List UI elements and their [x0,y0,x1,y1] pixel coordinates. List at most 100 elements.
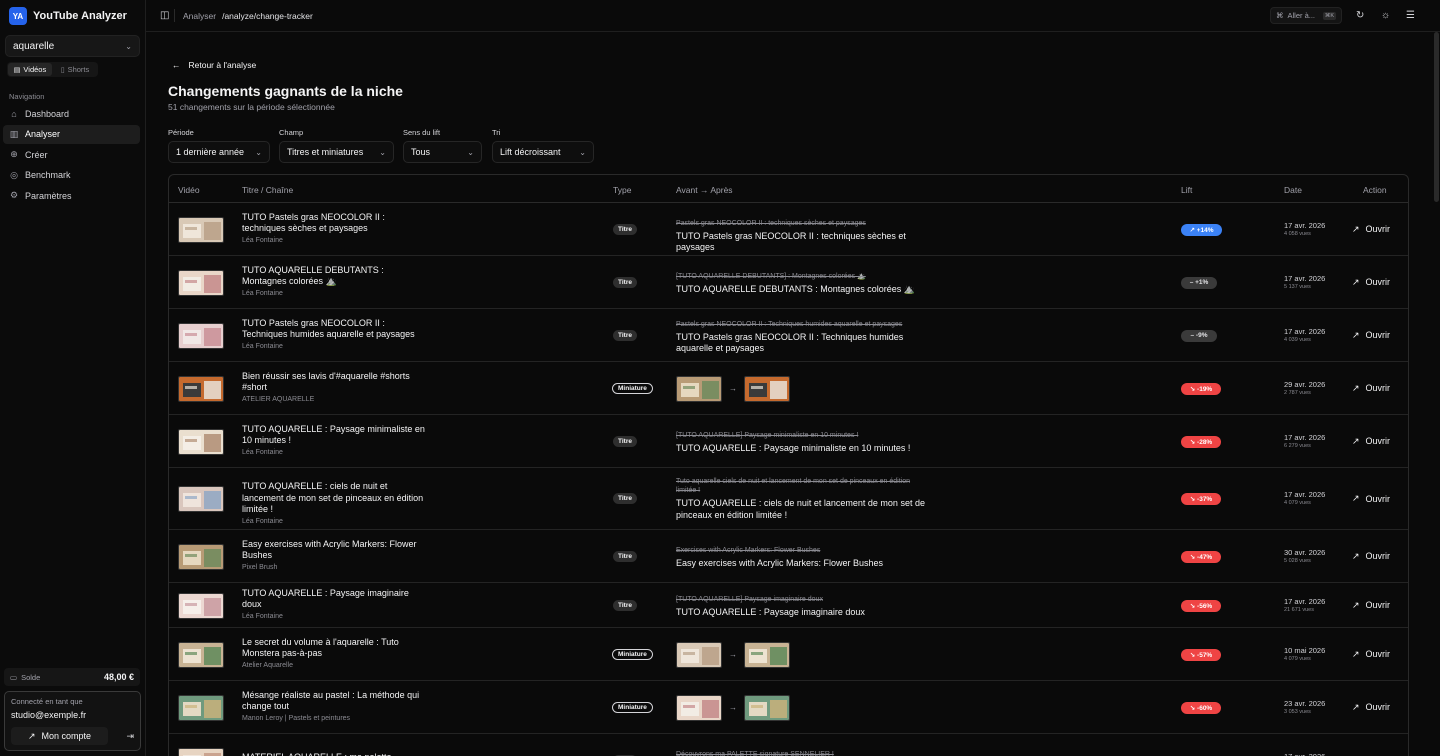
external-link-icon: ↗ [1352,493,1360,503]
before-thumbnail[interactable] [676,641,722,668]
change-date: 17 avr. 2026 [1284,326,1326,336]
refresh-icon[interactable]: ↻ [1356,10,1364,21]
before-after-thumbnails: → [676,694,790,721]
sidebar-toggle-icon[interactable]: ◫ [160,10,169,21]
video-thumbnail[interactable] [178,592,224,619]
open-label: Ouvrir [1365,493,1391,504]
channel-name: Léa Fontaine [242,612,283,620]
lift-badge: – -9% [1181,329,1217,342]
title-cell: TUTO AQUARELLE : Paysage imaginaire doux… [242,588,427,620]
video-thumbnail[interactable] [178,375,224,402]
channel-name: Léa Fontaine [242,236,283,244]
thumbnail-image [179,376,223,401]
channel-name: Manon Leroy | Pastels et peintures [242,714,351,722]
before-after-text: [TUTO AQUARELLE] Paysage minimaliste en … [676,431,926,455]
lift-badge: ↘ -57% [1181,648,1221,661]
target-icon: ◎ [10,169,18,180]
type-badge: Titre [613,599,637,611]
table-row: Easy exercises with Acrylic Markers: Flo… [169,530,1408,583]
before-thumbnail[interactable] [676,694,722,721]
sidebar-item-creer[interactable]: ⊕ Créer [3,145,140,164]
logout-icon[interactable]: ⇥ [126,731,134,742]
change-date: 29 avr. 2026 [1284,379,1326,389]
before-thumbnail[interactable] [676,375,722,402]
open-button[interactable]: ↗ Ouvrir [1352,277,1390,288]
type-badge: Titre [613,276,637,288]
video-thumbnail[interactable] [178,747,224,756]
after-thumbnail[interactable] [744,694,790,721]
view-count: 2 787 vues [1284,389,1311,396]
niche-select[interactable]: aquarelle ⌄ [5,35,140,57]
change-date: 17 avr. 2026 [1284,751,1326,756]
after-thumbnail[interactable] [744,375,790,402]
goto-command-button[interactable]: ⌘ Aller à... ⌘K [1270,7,1342,24]
open-button[interactable]: ↗ Ouvrir [1352,702,1390,713]
video-thumbnail[interactable] [178,322,224,349]
sidebar-item-analyser[interactable]: ▥ Analyser [3,124,140,144]
external-link-icon: ↗ [1352,382,1360,393]
theme-sun-icon[interactable]: ☼ [1381,10,1390,21]
video-thumbnail[interactable] [178,269,224,296]
video-thumbnail[interactable] [178,216,224,243]
open-button[interactable]: ↗ Ouvrir [1352,330,1390,341]
type-badge: Miniature [612,648,653,660]
thumbnail-image [179,323,223,348]
after-thumbnail[interactable] [744,641,790,668]
date-cell: 10 mai 2026 4 079 vues [1284,646,1325,662]
video-thumbnail[interactable] [178,641,224,668]
thumbnail-image [179,593,223,618]
page-title: Changements gagnants de la niche [168,83,403,99]
video-thumbnail[interactable] [178,694,224,721]
open-button[interactable]: ↗ Ouvrir [1352,493,1390,504]
sidebar-item-parametres[interactable]: ⚙ Paramètres [3,186,140,205]
mode-videos-button[interactable]: ▤ Vidéos [8,63,52,76]
field-select[interactable]: Titres et miniatures ⌄ [279,141,394,163]
before-after-thumbnails: → [676,641,790,668]
my-account-button[interactable]: ↗ Mon compte [11,727,108,745]
title-after: TUTO Pastels gras NEOCOLOR II : techniqu… [676,230,906,253]
open-button[interactable]: ↗ Ouvrir [1352,383,1390,394]
open-button[interactable]: ↗ Ouvrir [1352,436,1390,447]
thumbnail-image [179,695,223,720]
filter-label: Champ [279,128,304,137]
column-header: Vidéo [178,185,200,195]
sidebar-item-label: Dashboard [25,108,70,119]
table-row: Bien réussir ses lavis d'#aquarelle #sho… [169,362,1408,415]
menu-list-icon[interactable]: ☰ [1406,10,1415,21]
video-title: TUTO Pastels gras NEOCOLOR II : techniqu… [242,211,385,234]
view-count: 4 039 vues [1284,336,1311,343]
page-scrollbar[interactable] [1434,32,1439,202]
video-thumbnail[interactable] [178,543,224,570]
type-badge: Miniature [612,701,653,713]
mode-shorts-button[interactable]: ▯ Shorts [53,63,97,76]
lift-direction-select[interactable]: Tous ⌄ [403,141,482,163]
sidebar-nav: ⌂ Dashboard ▥ Analyser ⊕ Créer ◎ Benchma… [3,104,140,207]
sidebar-item-dashboard[interactable]: ⌂ Dashboard [3,104,140,123]
open-button[interactable]: ↗ Ouvrir [1352,551,1390,562]
open-label: Ouvrir [1365,551,1391,561]
title-before: Découvrons ma PALETTE signature SENNELIE… [676,750,834,756]
sidebar-item-benchmark[interactable]: ◎ Benchmark [3,166,140,185]
brand[interactable]: YA YouTube Analyzer [9,7,127,25]
sort-select[interactable]: Lift décroissant ⌄ [492,141,594,163]
lift-badge: – +1% [1181,276,1217,289]
open-label: Ouvrir [1365,224,1391,234]
content-mode-toggle: ▤ Vidéos ▯ Shorts [7,62,98,77]
back-link[interactable]: ← Retour à l'analyse [172,60,256,70]
breadcrumb-root[interactable]: Analyser [183,11,216,21]
title-after: TUTO AQUARELLE : Paysage minimaliste en … [676,442,911,453]
balance-label: Solde [21,672,41,682]
title-cell: MATERIEL AQUARELLE : ma palette signatur… [242,752,427,756]
open-button[interactable]: ↗ Ouvrir [1352,649,1390,660]
chevron-down-icon: ⌄ [379,147,386,157]
video-thumbnail[interactable] [178,486,224,512]
thumbnail-image [677,642,721,667]
open-button[interactable]: ↗ Ouvrir [1352,224,1390,235]
column-header: Type [613,185,632,195]
open-button[interactable]: ↗ Ouvrir [1352,600,1390,611]
video-thumbnail[interactable] [178,428,224,455]
type-badge: Titre [613,493,637,504]
filter-value: Lift décroissant [500,147,561,157]
table-row: TUTO AQUARELLE DEBUTANTS : Montagnes col… [169,256,1408,309]
period-select[interactable]: 1 dernière année ⌄ [168,141,270,163]
